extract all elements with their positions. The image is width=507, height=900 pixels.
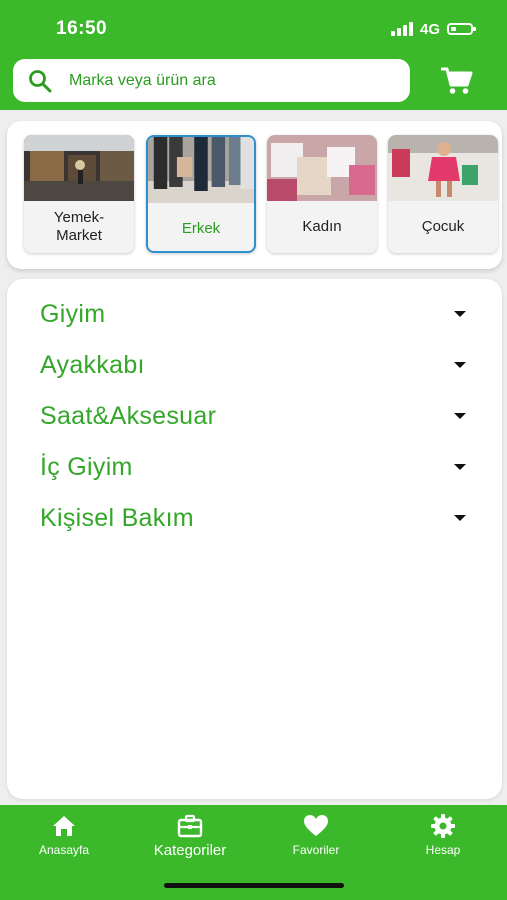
gear-icon xyxy=(431,814,455,838)
heart-icon xyxy=(304,815,328,836)
search-bar[interactable] xyxy=(13,59,410,102)
nav-anasayfa[interactable]: Anasayfa xyxy=(9,813,119,873)
category-image-men xyxy=(148,137,254,203)
network-type: 4G xyxy=(419,20,440,38)
nav-favoriler[interactable]: Favoriler xyxy=(261,813,371,873)
category-strip: Yemek- Market Erkek Kadın Çocuk xyxy=(7,121,502,269)
category-label: Yemek- Market xyxy=(53,209,105,244)
category-cocuk[interactable]: Çocuk xyxy=(388,135,498,253)
signal-icon xyxy=(390,22,413,36)
cart-icon[interactable] xyxy=(441,66,473,96)
search-input[interactable] xyxy=(69,71,369,90)
category-label: Çocuk xyxy=(421,218,465,235)
home-icon xyxy=(53,816,75,836)
briefcase-icon xyxy=(177,814,203,838)
subcategory-label: Kişisel Bakım xyxy=(40,503,194,532)
nav-label: Favoriler xyxy=(292,843,340,857)
caret-down-icon xyxy=(454,413,466,419)
nav-label: Kategoriler xyxy=(153,842,227,859)
caret-down-icon xyxy=(454,311,466,317)
subcategory-giyim[interactable]: Giyim xyxy=(40,294,470,334)
category-kadin[interactable]: Kadın xyxy=(267,135,377,253)
subcategory-saat-aksesuar[interactable]: Saat&Aksesuar xyxy=(40,396,470,436)
category-label: Kadın xyxy=(302,218,342,235)
category-image-market xyxy=(24,135,134,201)
status-indicators: 4G xyxy=(390,19,476,39)
subcategory-label: Giyim xyxy=(40,299,106,328)
category-yemek-market[interactable]: Yemek- Market xyxy=(24,135,134,253)
status-time: 16:50 xyxy=(56,18,108,39)
caret-down-icon xyxy=(454,464,466,470)
subcategory-label: Saat&Aksesuar xyxy=(40,401,217,430)
home-indicator xyxy=(164,883,344,888)
subcategory-list: Giyim Ayakkabı Saat&Aksesuar İç Giyim Ki… xyxy=(7,279,502,799)
category-label: Erkek xyxy=(181,220,221,237)
category-image-kids xyxy=(388,135,498,201)
category-erkek[interactable]: Erkek xyxy=(146,135,256,253)
category-image-women xyxy=(267,135,377,201)
nav-hesap[interactable]: Hesap xyxy=(388,813,498,873)
subcategory-label: Ayakkabı xyxy=(40,350,145,379)
nav-kategoriler[interactable]: Kategoriler xyxy=(135,813,245,873)
subcategory-kisisel-bakim[interactable]: Kişisel Bakım xyxy=(40,498,470,538)
app-header: 16:50 4G xyxy=(0,0,507,110)
subcategory-ic-giyim[interactable]: İç Giyim xyxy=(40,447,470,487)
battery-icon xyxy=(447,23,476,35)
caret-down-icon xyxy=(454,515,466,521)
nav-label: Anasayfa xyxy=(38,843,90,857)
caret-down-icon xyxy=(454,362,466,368)
subcategory-label: İç Giyim xyxy=(40,452,133,481)
subcategory-ayakkabi[interactable]: Ayakkabı xyxy=(40,345,470,385)
nav-label: Hesap xyxy=(425,843,461,857)
search-icon xyxy=(29,69,52,92)
